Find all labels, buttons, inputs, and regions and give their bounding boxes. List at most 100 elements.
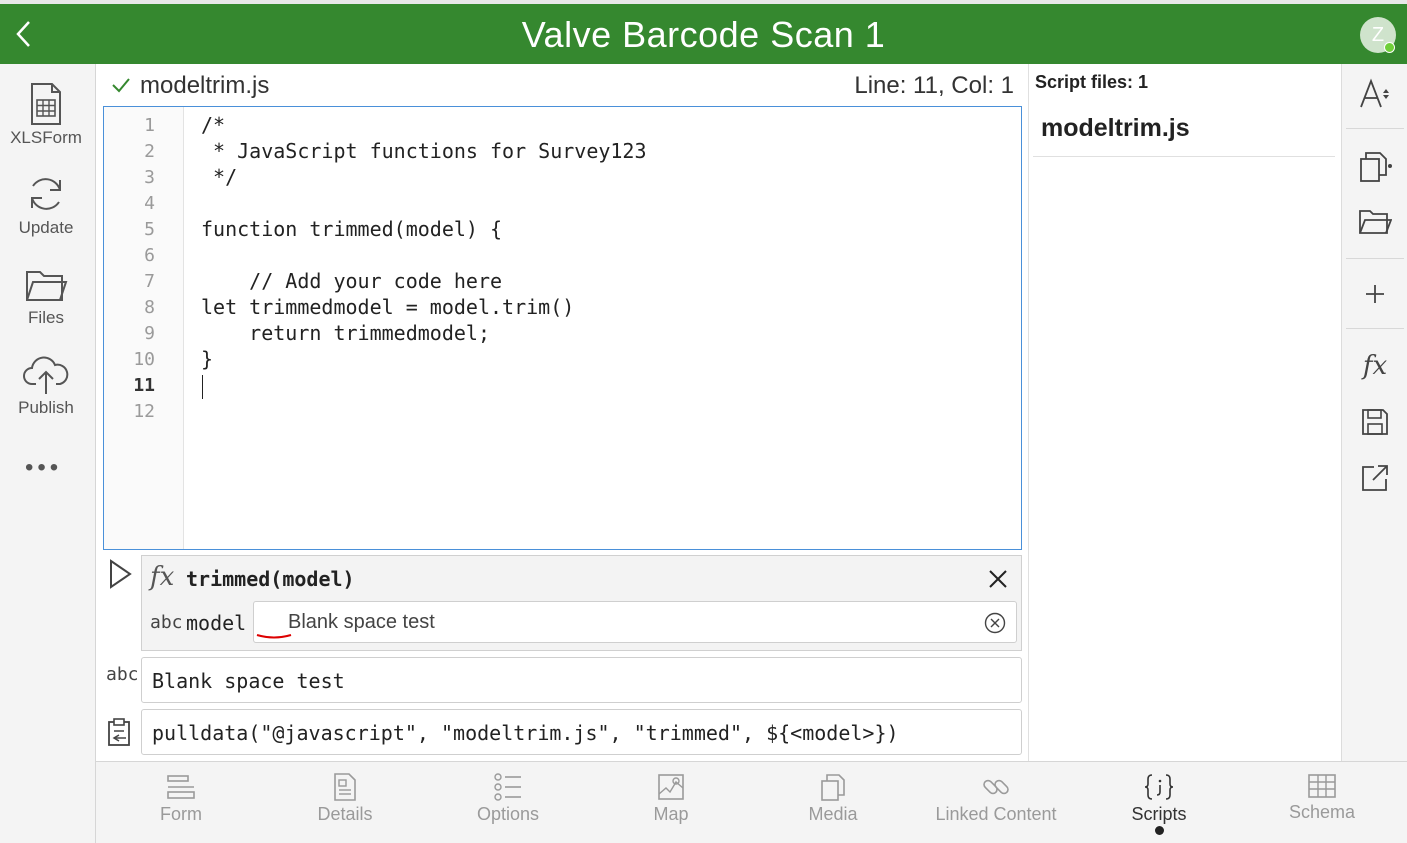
nav-update-label: Update [18,218,74,237]
link-icon [983,779,1009,795]
check-icon [112,78,130,93]
script-file-name: modeltrim.js [1041,114,1190,142]
table-icon [1308,774,1336,798]
clear-circle-icon[interactable] [984,612,1006,634]
result-output: Blank space test [141,657,1022,703]
insert-function-button[interactable]: fx [1357,348,1393,384]
code-line: */ [201,165,238,189]
online-status-dot [1384,42,1395,53]
save-icon [1362,409,1388,435]
toolbar-divider [1346,128,1404,129]
tab-linked-content-label: Linked Content [935,804,1057,824]
external-open-button[interactable] [1357,460,1393,496]
bottom-tab-bar: Form Details Options Map Media Linked Co… [96,761,1407,843]
tab-schema[interactable]: Schema [1242,772,1402,823]
map-icon [658,774,684,800]
tab-media-label: Media [808,804,858,824]
tab-form-label: Form [160,804,202,824]
editor-file-bar: modeltrim.js Line: 11, Col: 1 [104,68,1022,104]
details-icon [334,773,356,801]
tab-map-label: Map [653,804,689,824]
line-number: 12 [133,401,155,422]
line-number: 5 [144,219,155,240]
pulldata-expression-field[interactable]: pulldata("@javascript", "modeltrim.js", … [141,709,1022,755]
line-number: 1 [144,115,155,136]
tab-map[interactable]: Map [591,772,751,825]
function-tester-panel: fx trimmed(model) abc model Blank space … [141,555,1022,651]
tab-scripts[interactable]: Scripts [1079,772,1239,825]
line-number: 8 [144,297,155,318]
tab-linked-content[interactable]: Linked Content [916,772,1076,825]
close-icon[interactable] [987,568,1009,590]
line-number: 2 [144,141,155,162]
tab-options[interactable]: Options [428,772,588,825]
folder-icon [26,271,68,301]
param-name-label: model [186,611,247,635]
param-type-label: abc [150,612,183,633]
nav-update[interactable]: Update [0,172,92,238]
tab-scripts-label: Scripts [1131,804,1187,824]
toolbar-divider [1346,258,1404,259]
tab-details-label: Details [317,804,373,824]
nav-xlsform[interactable]: XLSForm [0,82,92,148]
fx-icon: fx [150,562,175,592]
spreadsheet-icon [31,83,61,125]
line-number-gutter: 1 2 3 4 5 6 7 8 9 10 11 12 [104,107,184,549]
line-number: 7 [144,271,155,292]
toolbar-divider [1346,328,1404,329]
code-line: // Add your code here [201,269,503,293]
tab-media[interactable]: Media [753,772,913,825]
copy-button[interactable] [1357,148,1393,184]
copy-expression-clipboard-icon[interactable] [106,717,134,747]
code-editor[interactable]: 1 2 3 4 5 6 7 8 9 10 11 12 /* * JavaScript function… [103,106,1022,550]
media-icon [821,774,845,801]
nav-files[interactable]: Files [0,266,92,328]
app-title: Valve Barcode Scan 1 [521,14,886,55]
line-number: 10 [133,349,155,370]
line-number: 11 [133,375,155,396]
tab-details[interactable]: Details [265,772,425,825]
font-size-icon [1360,78,1389,108]
fx-icon: fx [1362,351,1388,381]
open-folder-button[interactable] [1357,204,1393,240]
script-file-item[interactable]: modeltrim.js [1033,104,1335,157]
more-options-button[interactable]: ••• [25,454,62,482]
options-list-icon [494,773,521,801]
code-line: return trimmedmodel; [201,321,490,345]
code-line: /* [201,113,226,137]
pulldata-expression: pulldata("@javascript", "modeltrim.js", … [152,721,899,745]
active-tab-indicator [1155,826,1164,835]
result-type-label: abc [106,664,139,685]
spellcheck-underline [256,634,292,639]
tab-options-label: Options [476,804,540,824]
app-header: Valve Barcode Scan 1 Z [0,0,1407,64]
tab-form[interactable]: Form [101,772,261,825]
add-script-button[interactable] [1357,276,1393,312]
code-line: } [201,347,214,371]
text-caret [202,375,203,399]
param-value-input[interactable]: Blank space test [253,601,1017,643]
code-line: let trimmedmodel = model.trim() [201,295,575,319]
code-line: * JavaScript functions for Survey123 [201,139,647,163]
nav-publish-label: Publish [18,398,74,417]
code-line: function trimmed(model) { [201,217,503,241]
line-number: 3 [144,167,155,188]
plus-icon [1366,285,1384,303]
nav-publish[interactable]: Publish [0,354,92,418]
cursor-position: Line: 11, Col: 1 [854,72,1014,99]
save-button[interactable] [1357,404,1393,440]
open-file-name: modeltrim.js [140,72,270,99]
copy-icon [1360,152,1392,182]
right-toolbar: fx [1341,64,1407,761]
folder-open-icon [1359,210,1392,234]
line-number: 6 [144,245,155,266]
cloud-upload-icon [23,356,69,394]
font-size-button[interactable] [1357,76,1393,112]
left-nav: XLSForm Update Files Publish ••• [0,64,96,843]
refresh-icon [31,178,61,210]
tab-schema-label: Schema [1288,802,1356,822]
nav-xlsform-label: XLSForm [10,128,82,147]
run-function-button[interactable] [106,558,134,590]
param-value-text: Blank space test [288,611,435,633]
line-number: 9 [144,323,155,344]
